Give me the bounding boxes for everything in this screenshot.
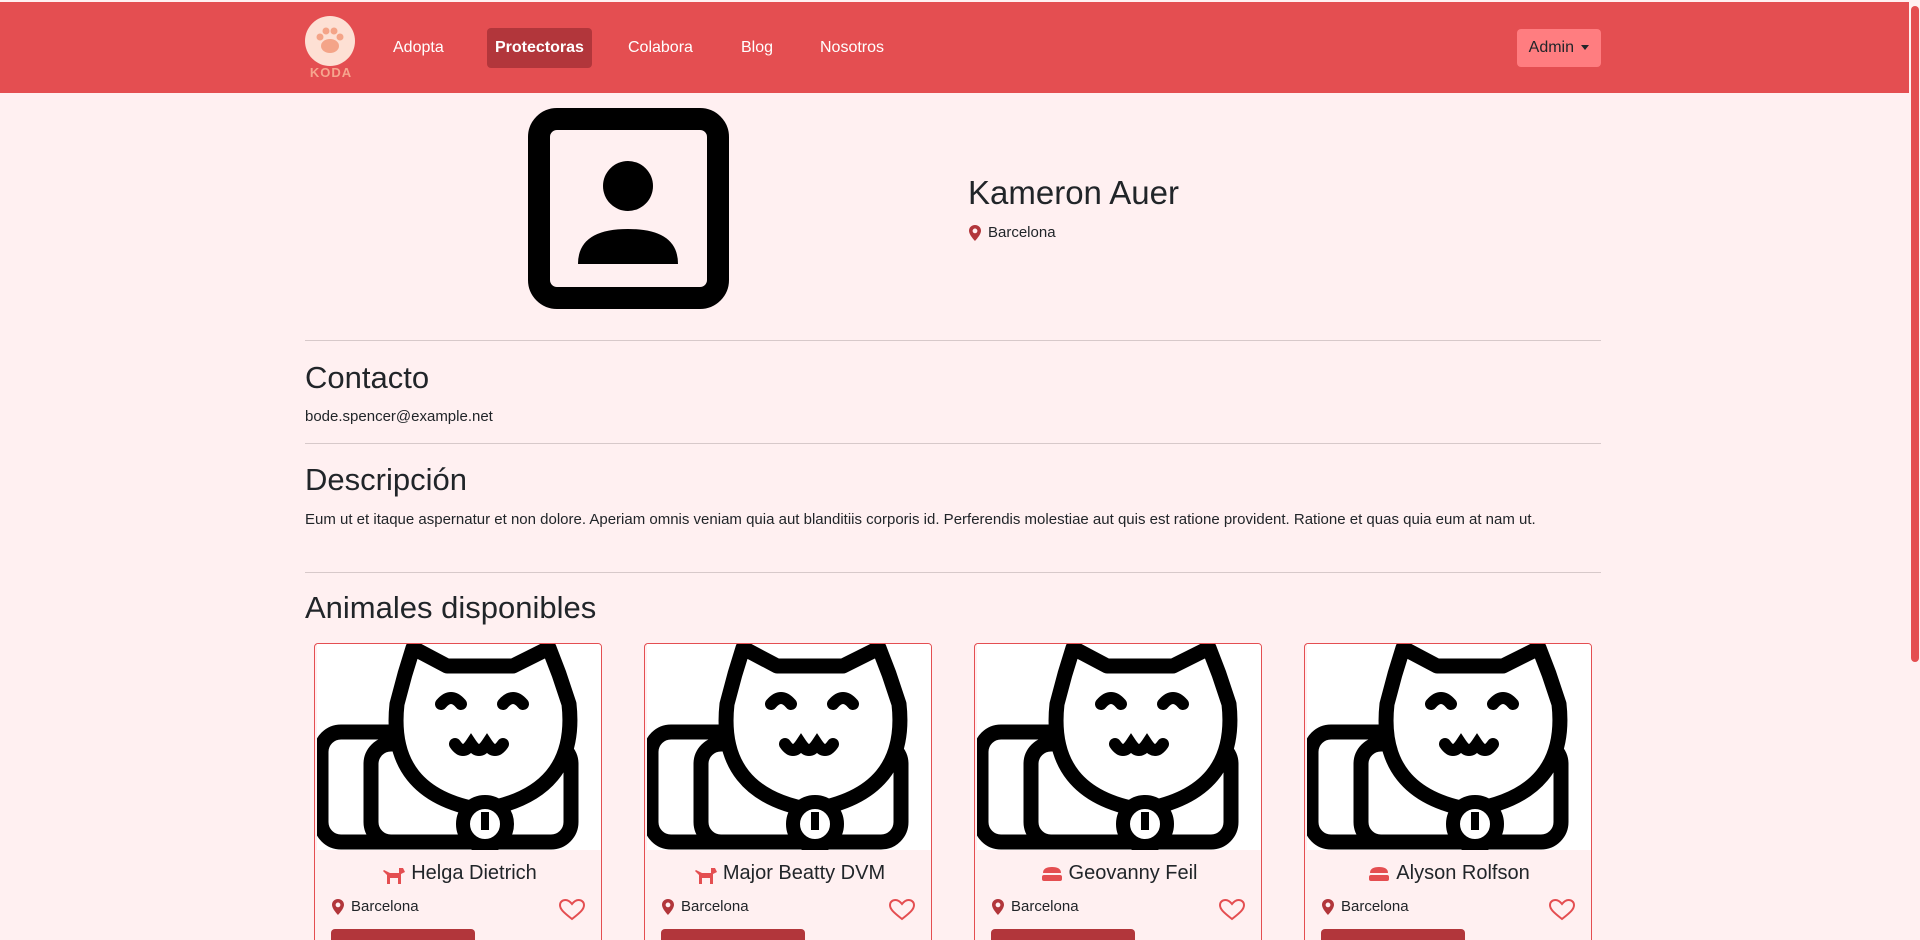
animal-location-text: Barcelona (1011, 898, 1079, 915)
animal-location: Barcelona (991, 898, 1079, 915)
admin-dropdown-button[interactable]: Admin (1516, 29, 1601, 67)
brand-name: KODA (309, 65, 353, 80)
profile-location-text: Barcelona (988, 224, 1056, 241)
protectora-name: Kameron Auer (968, 174, 1179, 211)
dog-icon (383, 867, 406, 884)
animal-name-row: Helga Dietrich (315, 862, 601, 885)
animal-location-text: Barcelona (1341, 898, 1409, 915)
heart-icon[interactable] (1549, 899, 1575, 921)
animal-location-text: Barcelona (351, 898, 419, 915)
animal-location: Barcelona (661, 898, 749, 915)
animal-card[interactable]: Alyson Rolfson Barcelona (1304, 643, 1592, 940)
map-pin-icon (662, 898, 674, 915)
caret-down-icon (1581, 45, 1589, 51)
profile-location: Barcelona (968, 224, 1056, 241)
nav-link-adopta[interactable]: Adopta (385, 28, 452, 68)
heart-icon[interactable] (559, 899, 585, 921)
navbar-container: KODA Adopta Protectoras Colabora Blog No… (305, 2, 1601, 93)
animal-name-row: Geovanny Feil (975, 862, 1261, 885)
animal-card[interactable]: Major Beatty DVM Barcelona (644, 643, 932, 940)
animal-location: Barcelona (1321, 898, 1409, 915)
nav-link-nosotros[interactable]: Nosotros (812, 28, 892, 68)
cat-placeholder-icon (1305, 644, 1591, 853)
nav-link-protectoras[interactable]: Protectoras (487, 28, 592, 68)
animal-details-button[interactable] (1321, 929, 1465, 940)
admin-label: Admin (1528, 39, 1574, 56)
animal-details-button[interactable] (991, 929, 1135, 940)
animal-location-text: Barcelona (681, 898, 749, 915)
cat-placeholder-icon (645, 644, 931, 853)
description-text: Eum ut et itaque aspernatur et non dolor… (305, 511, 1536, 528)
nav-link-colabora[interactable]: Colabora (620, 28, 701, 68)
person-placeholder-icon (528, 108, 729, 314)
heart-icon[interactable] (1219, 899, 1245, 921)
animal-name: Major Beatty DVM (722, 862, 886, 884)
animal-name: Alyson Rolfson (1396, 862, 1530, 884)
pet-bed-icon (1041, 866, 1062, 881)
map-pin-icon (1322, 898, 1334, 915)
page-scrollbar[interactable] (1909, 0, 1920, 940)
animal-card[interactable]: Geovanny Feil Barcelona (974, 643, 1262, 940)
map-pin-icon (969, 224, 981, 241)
cat-placeholder-icon (975, 644, 1261, 853)
divider (305, 572, 1601, 573)
divider (305, 340, 1601, 341)
animal-name-row: Alyson Rolfson (1305, 862, 1591, 885)
animal-location: Barcelona (331, 898, 419, 915)
brand-logo[interactable]: KODA (305, 16, 357, 80)
animal-name: Helga Dietrich (411, 862, 537, 884)
paw-icon (305, 16, 355, 66)
contact-email: bode.spencer@example.net (305, 408, 493, 425)
animals-title: Animales disponibles (305, 590, 597, 625)
pet-bed-icon (1369, 866, 1390, 881)
map-pin-icon (332, 898, 344, 915)
animal-card[interactable]: Helga Dietrich Barcelona (314, 643, 602, 940)
contact-title: Contacto (305, 360, 430, 395)
animal-name-row: Major Beatty DVM (645, 862, 931, 885)
dog-icon (694, 867, 717, 884)
map-pin-icon (992, 898, 1004, 915)
top-navbar: KODA Adopta Protectoras Colabora Blog No… (0, 2, 1920, 93)
animal-details-button[interactable] (661, 929, 805, 940)
cat-placeholder-icon (315, 644, 601, 853)
animal-details-button[interactable] (331, 929, 475, 940)
nav-link-blog[interactable]: Blog (733, 28, 781, 68)
animal-name: Geovanny Feil (1068, 862, 1198, 884)
description-title: Descripción (305, 462, 467, 497)
scrollbar-thumb[interactable] (1911, 6, 1919, 662)
heart-icon[interactable] (889, 899, 915, 921)
divider (305, 443, 1601, 444)
